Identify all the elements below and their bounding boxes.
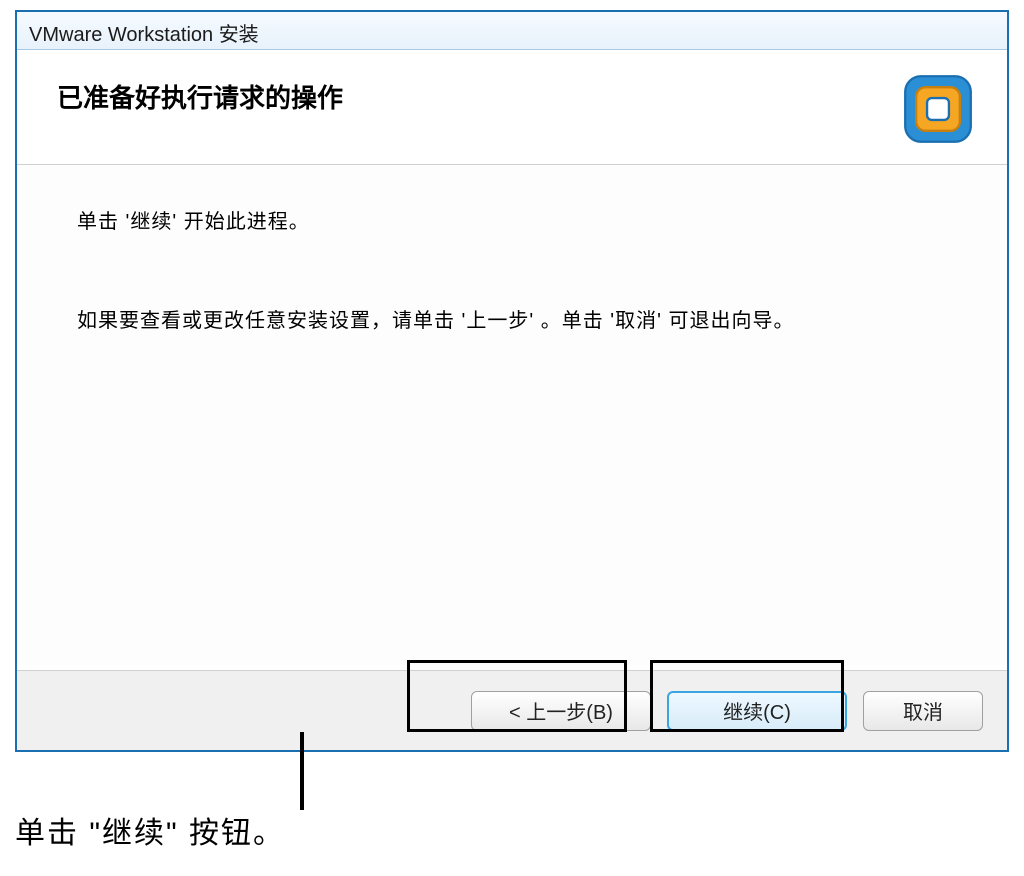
content-panel: 单击 '继续' 开始此进程。 如果要查看或更改任意安装设置，请单击 '上一步' … bbox=[17, 165, 1007, 665]
back-button[interactable]: < 上一步(B) bbox=[471, 691, 651, 731]
annotation-caption: 单击 "继续" 按钮。 bbox=[15, 808, 285, 852]
cancel-button[interactable]: 取消 bbox=[863, 691, 983, 731]
window-title: VMware Workstation 安装 bbox=[29, 24, 259, 46]
page-title: 已准备好执行请求的操作 bbox=[57, 78, 967, 115]
instruction-line-1: 单击 '继续' 开始此进程。 bbox=[77, 205, 947, 234]
header-panel: 已准备好执行请求的操作 bbox=[17, 50, 1007, 165]
instruction-line-2: 如果要查看或更改任意安装设置，请单击 '上一步' 。单击 '取消' 可退出向导。 bbox=[77, 304, 947, 333]
annotation-pointer-line bbox=[300, 732, 304, 810]
titlebar[interactable]: VMware Workstation 安装 bbox=[17, 12, 1007, 50]
installer-window: VMware Workstation 安装 已准备好执行请求的操作 单击 '继续… bbox=[15, 10, 1009, 752]
continue-button[interactable]: 继续(C) bbox=[667, 691, 847, 731]
footer-panel: < 上一步(B) 继续(C) 取消 bbox=[17, 670, 1007, 750]
vmware-logo-icon bbox=[899, 70, 977, 148]
